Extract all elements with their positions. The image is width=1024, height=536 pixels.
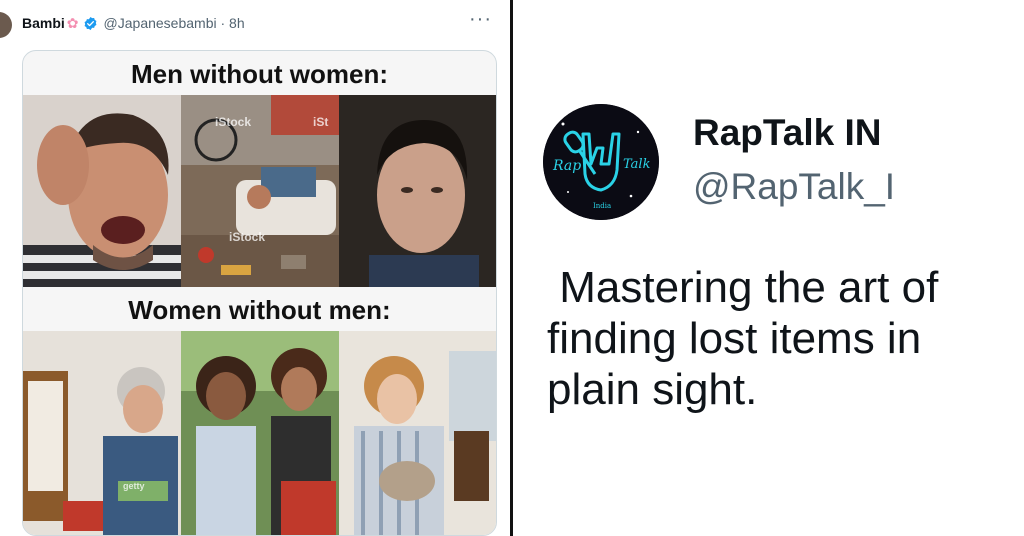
- meme-bottom-caption: Women without men:: [128, 295, 391, 325]
- meme-image[interactable]: Men without women: iStock iSt iStock Wom…: [22, 50, 497, 536]
- avatar-talk-text: Talk: [623, 157, 651, 172]
- meme-top-caption: Men without women:: [130, 59, 389, 89]
- tweet-time[interactable]: 8h: [229, 15, 245, 31]
- tweet-author-handle[interactable]: @Japanesebambi · 8h: [104, 15, 245, 31]
- woman-with-cat-photo: [339, 331, 496, 535]
- messy-room-photo: iStock iSt iStock: [181, 95, 339, 287]
- more-options-button[interactable]: ···: [469, 8, 492, 31]
- watermark-4: getty: [123, 481, 145, 491]
- left-tweet-screenshot: Bambi ✿ @Japanesebambi · 8h ··· Men with…: [0, 0, 510, 536]
- tweet-author-name[interactable]: Bambi: [22, 15, 65, 31]
- woman-painting-photo: getty: [23, 331, 181, 535]
- women-laughing-photo: [181, 331, 339, 535]
- watermark-2: iSt: [313, 115, 329, 129]
- raptalk-avatar[interactable]: Rap Talk India: [543, 104, 659, 220]
- avatar-india-text: India: [593, 202, 611, 210]
- verified-badge-icon: [84, 16, 96, 30]
- raptalk-display-name[interactable]: RapTalk IN: [693, 112, 881, 154]
- raptalk-handle[interactable]: @RapTalk_I: [693, 166, 895, 208]
- separator-dot: ·: [220, 15, 226, 31]
- watermark-3: iStock: [229, 230, 266, 244]
- handle-text: @Japanesebambi: [103, 15, 217, 31]
- crying-man-photo: [23, 95, 181, 287]
- bambi-avatar[interactable]: [0, 12, 12, 38]
- avatar-rap-text: Rap: [552, 158, 581, 174]
- tweet-header: Bambi ✿ @Japanesebambi · 8h: [22, 12, 245, 34]
- watermark-1: iStock: [215, 115, 252, 129]
- young-man-photo: [339, 95, 496, 287]
- cherry-blossom-icon: ✿: [66, 14, 79, 31]
- right-tweet-card: Rap Talk India RapTalk IN @RapTalk_I Mas…: [513, 0, 1024, 536]
- tweet-text: Mastering the art of finding lost items …: [547, 263, 939, 415]
